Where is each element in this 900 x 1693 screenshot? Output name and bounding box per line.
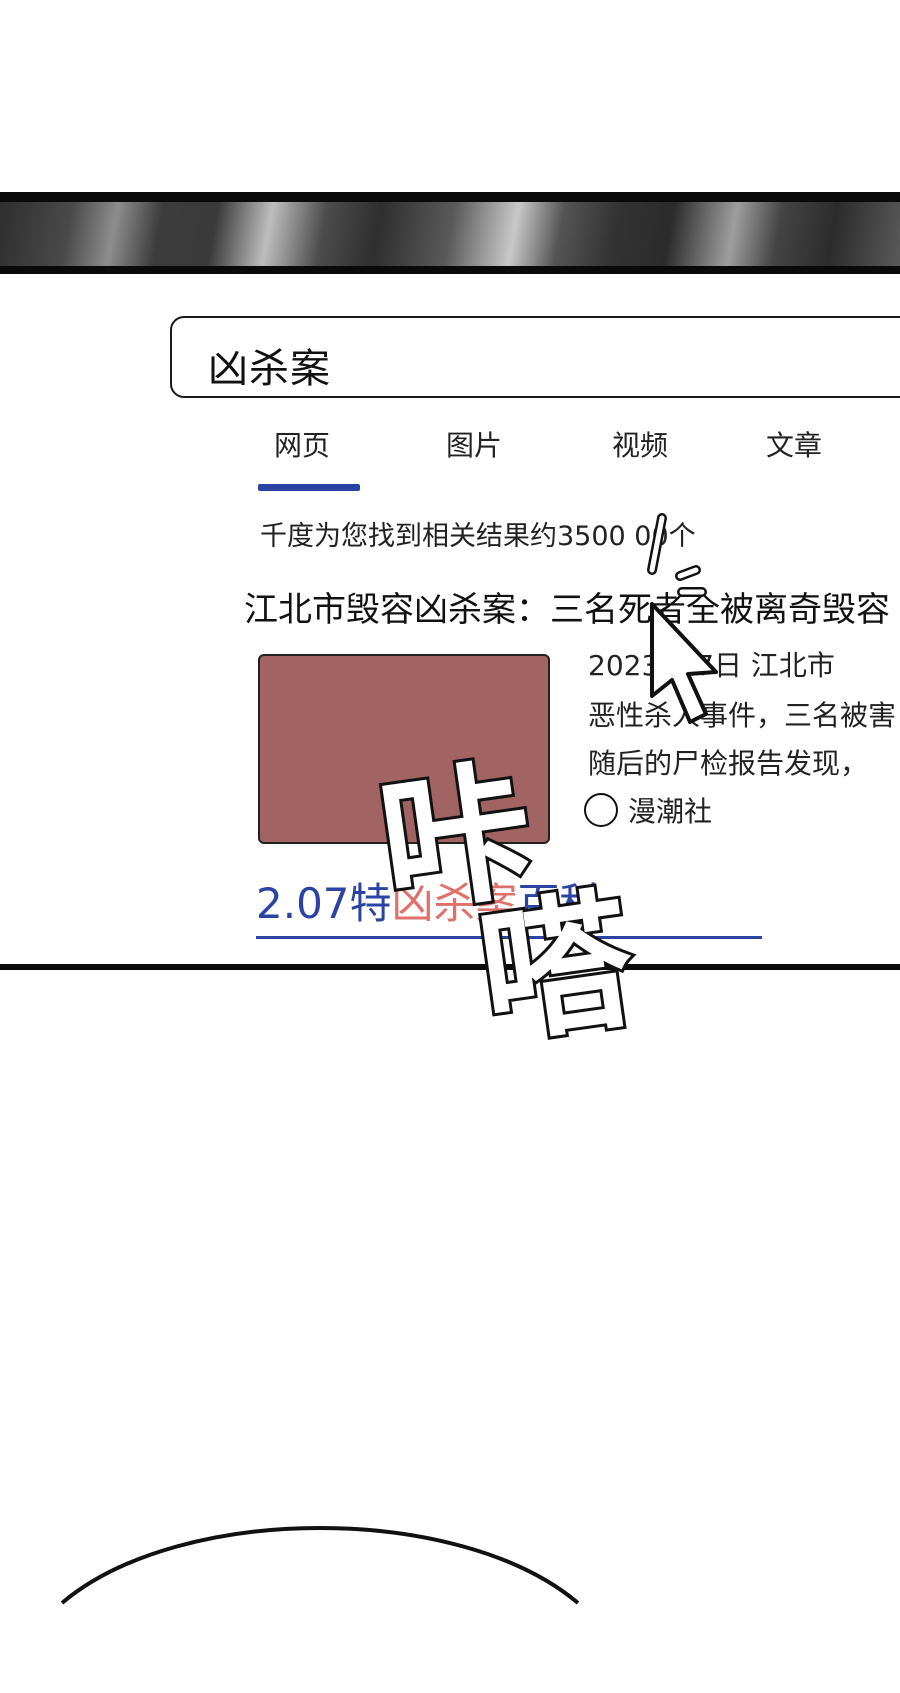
- active-tab-indicator: [258, 484, 360, 491]
- tab-web[interactable]: 网页: [274, 424, 330, 464]
- search-query: 凶杀案: [208, 346, 331, 392]
- tab-images[interactable]: 图片: [446, 424, 502, 464]
- result-title-link[interactable]: 江北市毁容凶杀案：三名死者全被离奇毁容: [244, 582, 890, 631]
- frame-top-border: [0, 192, 900, 202]
- tab-articles[interactable]: 文章: [766, 424, 822, 464]
- tab-videos[interactable]: 视频: [612, 424, 668, 464]
- search-input[interactable]: 凶杀案: [170, 316, 900, 398]
- mouse-cursor-icon: [650, 602, 718, 724]
- browser-toolbar: [0, 202, 900, 274]
- result-count: 千度为您找到相关结果约3500 00个: [260, 521, 696, 552]
- sfx-char-2: 嗒: [470, 873, 645, 1050]
- click-effect-icon: [647, 513, 707, 597]
- result-tabs: 网页 图片 视频 文章: [0, 424, 900, 464]
- sfx-lettering: 咔 嗒: [367, 740, 648, 1050]
- speech-bubble-edge: [60, 1526, 580, 1605]
